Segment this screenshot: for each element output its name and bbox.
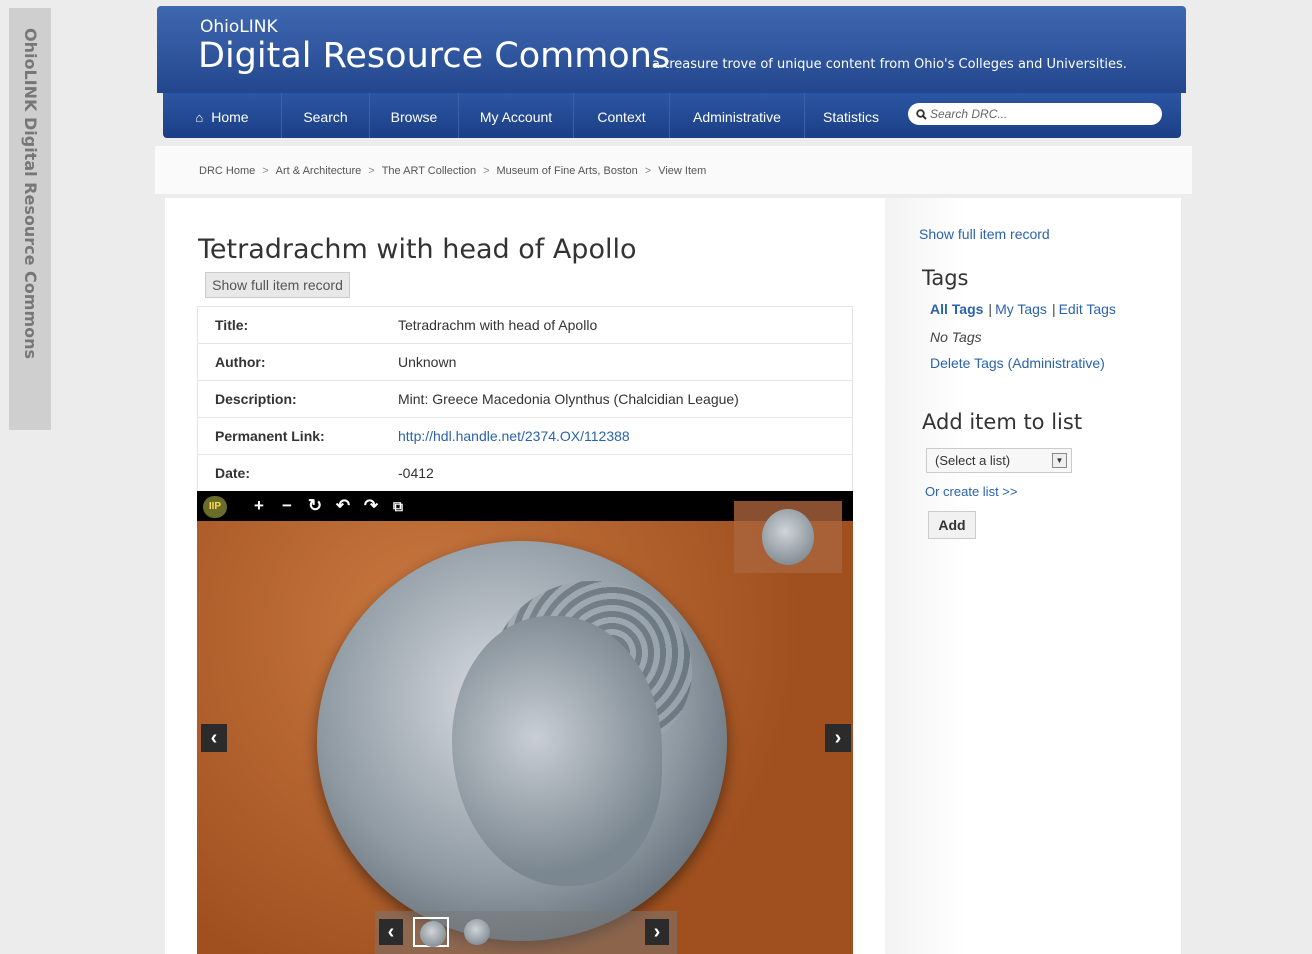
table-row: Permanent Link: http://hdl.handle.net/23… <box>197 417 853 455</box>
sidebar: Show full item record Tags All Tags | My T… <box>885 198 1181 954</box>
thumbnail-strip: ‹ › <box>375 911 677 954</box>
page-title: Tetradrachm with head of Apollo <box>198 234 637 265</box>
chevron-down-icon: ▼ <box>1052 453 1067 468</box>
home-icon: ⌂ <box>195 110 204 125</box>
metadata-label: Permanent Link: <box>197 417 398 455</box>
item-main-column: Tetradrachm with head of Apollo Show ful… <box>165 198 885 954</box>
add-button[interactable]: Add <box>928 511 976 539</box>
next-image-button[interactable]: › <box>825 724 851 752</box>
metadata-value: -0412 <box>398 454 853 492</box>
nav-statistics[interactable]: Statistics <box>805 93 897 138</box>
content-area: Tetradrachm with head of Apollo Show ful… <box>165 198 1181 954</box>
breadcrumb: DRC Home > Art & Architecture > The ART Coll… <box>199 165 706 177</box>
thumbnail-1[interactable] <box>413 917 449 947</box>
breadcrumb-art-architecture[interactable]: Art & Architecture <box>276 165 362 177</box>
image-viewer[interactable]: IIP + − ↻ ↶ ↷ ⧉ ‹ › ‹ › <box>197 491 853 954</box>
tab-my-tags[interactable]: My Tags <box>995 301 1047 317</box>
rotate-left-icon[interactable]: ↶ <box>332 495 354 517</box>
thumb-next-button[interactable]: › <box>645 919 669 945</box>
chevron-right-icon: > <box>262 165 269 177</box>
thumb-prev-button[interactable]: ‹ <box>379 919 403 945</box>
breadcrumb-view-item: View Item <box>658 165 707 177</box>
metadata-label: Description: <box>197 380 398 418</box>
side-tab-drc[interactable]: OhioLINK Digital Resource Commons <box>9 8 51 430</box>
breadcrumb-drc-home[interactable]: DRC Home <box>199 165 255 177</box>
tags-heading: Tags <box>922 266 969 290</box>
brand-ohiolink[interactable]: OhioLINK <box>200 17 278 37</box>
thumbnail-image <box>420 921 446 947</box>
show-full-record-link[interactable]: Show full item record <box>919 226 1050 242</box>
metadata-value: Mint: Greece Macedonia Olynthus (Chalcid… <box>398 380 853 418</box>
viewer-navigator[interactable] <box>734 501 842 573</box>
chevron-right-icon: > <box>368 165 375 177</box>
zoom-in-icon[interactable]: + <box>248 495 270 517</box>
search-box <box>908 103 1162 125</box>
metadata-table: Title: Tetradrachm with head of Apollo A… <box>197 306 853 492</box>
fullscreen-icon[interactable]: ⧉ <box>387 495 409 517</box>
thumbnail-image <box>464 919 490 945</box>
metadata-label: Title: <box>197 306 398 344</box>
show-full-record-button[interactable]: Show full item record <box>205 272 350 298</box>
metadata-label: Author: <box>197 343 398 381</box>
brand-title[interactable]: Digital Resource Commons <box>198 36 670 76</box>
nav-administrative[interactable]: Administrative <box>670 93 805 138</box>
chevron-right-icon: > <box>483 165 490 177</box>
create-list-link[interactable]: Or create list >> <box>925 484 1017 499</box>
main-nav: ⌂ Home Search Browse My Account Context A… <box>163 93 1181 138</box>
brand-tagline: a treasure trove of unique content from … <box>652 57 1127 72</box>
tag-links: All Tags | My Tags | Edit Tags <box>930 301 1116 317</box>
nav-my-account[interactable]: My Account <box>459 93 574 138</box>
thumbnail-2[interactable] <box>459 917 495 947</box>
zoom-out-icon[interactable]: − <box>276 495 298 517</box>
breadcrumb-museum-fine-arts[interactable]: Museum of Fine Arts, Boston <box>497 165 638 177</box>
chevron-right-icon: > <box>644 165 652 177</box>
coin-image[interactable] <box>317 541 727 941</box>
table-row: Date: -0412 <box>197 454 853 492</box>
search-input[interactable] <box>927 105 1140 123</box>
delete-tags-link[interactable]: Delete Tags (Administrative) <box>930 355 1105 371</box>
nav-browse[interactable]: Browse <box>370 93 459 138</box>
navigator-coin <box>762 509 814 565</box>
breadcrumb-art-collection[interactable]: The ART Collection <box>382 165 476 177</box>
list-select-value: (Select a list) <box>935 453 1011 468</box>
metadata-value: Tetradrachm with head of Apollo <box>398 306 853 344</box>
nav-context[interactable]: Context <box>574 93 670 138</box>
list-select[interactable]: (Select a list) ▼ <box>926 448 1072 473</box>
search-icon[interactable] <box>916 108 927 120</box>
table-row: Author: Unknown <box>197 343 853 381</box>
divider: | <box>1051 301 1056 317</box>
side-tab-label: OhioLINK Digital Resource Commons <box>21 28 40 360</box>
iip-logo[interactable]: IIP <box>203 496 227 518</box>
nav-home[interactable]: ⌂ Home <box>163 93 282 138</box>
metadata-value: Unknown <box>398 343 853 381</box>
nav-search[interactable]: Search <box>282 93 370 138</box>
table-row: Title: Tetradrachm with head of Apollo <box>197 306 853 344</box>
prev-image-button[interactable]: ‹ <box>201 724 227 752</box>
metadata-label: Date: <box>197 454 398 492</box>
add-to-list-heading: Add item to list <box>922 410 1083 434</box>
no-tags-text: No Tags <box>930 329 982 345</box>
divider: | <box>988 301 993 317</box>
tab-edit-tags[interactable]: Edit Tags <box>1059 301 1116 317</box>
permanent-link[interactable]: http://hdl.handle.net/2374.OX/112388 <box>398 428 630 444</box>
reset-icon[interactable]: ↻ <box>304 495 326 517</box>
coin-face <box>452 616 662 886</box>
metadata-value: http://hdl.handle.net/2374.OX/112388 <box>398 417 853 455</box>
table-row: Description: Mint: Greece Macedonia Olyn… <box>197 380 853 418</box>
breadcrumb-bar: DRC Home > Art & Architecture > The ART Coll… <box>155 146 1192 194</box>
site-header: OhioLINK Digital Resource Commons a trea… <box>157 6 1186 93</box>
tab-all-tags[interactable]: All Tags <box>930 301 983 317</box>
rotate-right-icon[interactable]: ↷ <box>360 495 382 517</box>
